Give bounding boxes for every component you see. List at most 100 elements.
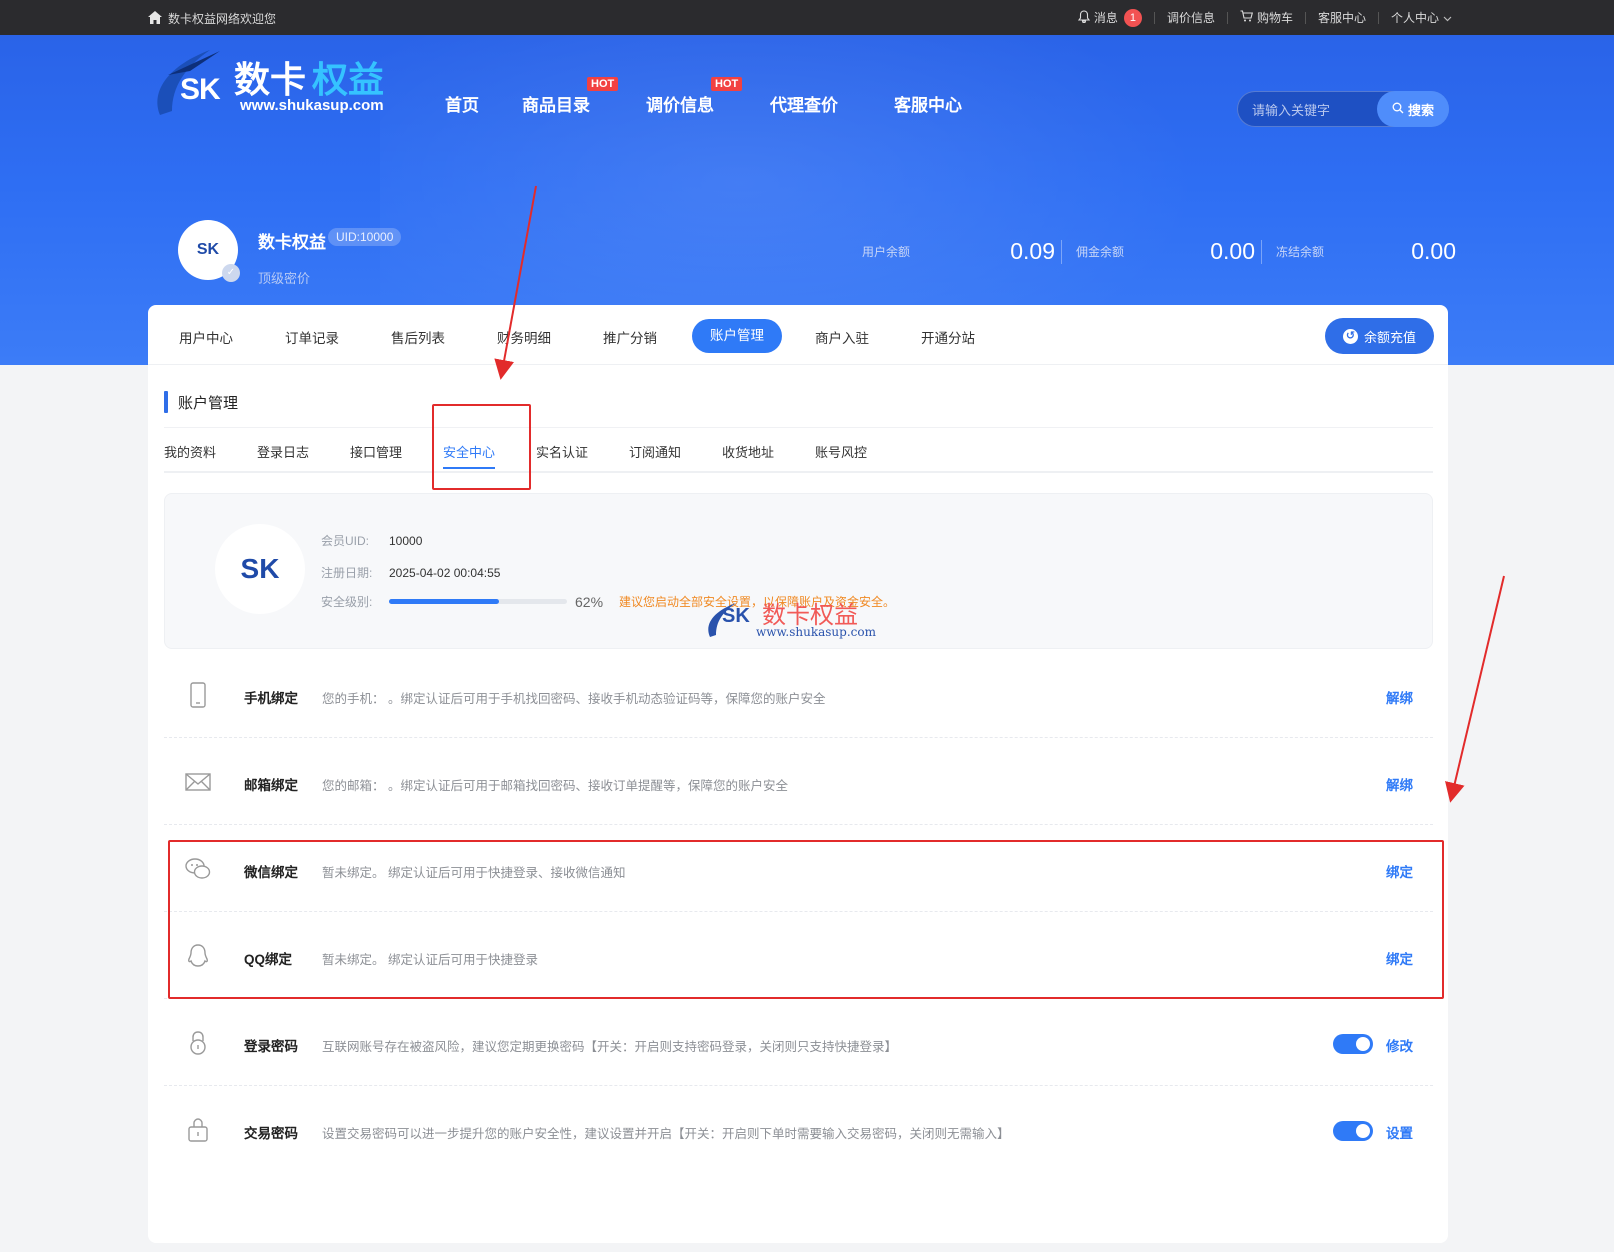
tab-user-center[interactable]: 用户中心 [179,322,233,356]
home-icon[interactable] [148,10,162,27]
watermark: SK 数卡权益 www.shukasup.com [704,595,904,641]
nav-label: 客服中心 [894,96,962,115]
title-accent-bar [164,391,168,413]
cart-link[interactable]: 购物车 [1240,9,1293,26]
logo-sk: SK [180,73,221,106]
search-input[interactable] [1252,100,1372,120]
security-level-label: 安全级别: [321,595,373,609]
balance-user: 用户余额 0.09 [862,238,1062,265]
reg-date-value: 2025-04-02 00:04:55 [389,565,501,580]
subtab-api[interactable]: 接口管理 [350,442,402,461]
login-password-toggle[interactable] [1333,1034,1373,1054]
divider [1377,11,1379,24]
price-info-link[interactable]: 调价信息 [1167,9,1215,26]
row-login-password: 登录密码 互联网账号存在被盗风险，建议您定期更换密码【开关：开启则支持密码登录，… [164,999,1433,1086]
balance-value: 0.09 [1010,238,1055,264]
welcome: 数卡权益网络欢迎您 [148,10,276,27]
row-title: 登录密码 [244,1039,298,1054]
tab-account-management[interactable]: 账户管理 [692,319,782,353]
set-trade-password-link[interactable]: 设置 [1386,1122,1413,1142]
logo-brand-part2: 权益 [312,59,385,100]
row-title: 邮箱绑定 [244,778,298,793]
personal-label: 个人中心 [1390,11,1439,25]
balance-label: 冻结余额 [1276,245,1325,259]
nav-agent-price[interactable]: 代理查价 [770,65,894,116]
avatar-text: SK [196,241,220,258]
row-desc: 设置交易密码可以进一步提升您的账户安全性，建议设置并开启【开关：开启则下单时需要… [322,1127,1010,1141]
welcome-text: 数卡权益网络欢迎您 [168,12,277,26]
divider [1153,11,1155,24]
search-button[interactable]: 搜索 [1377,91,1449,127]
subtab-profile[interactable]: 我的资料 [164,442,216,461]
uid-row: 会员UID: 10000 [321,532,422,549]
lock-icon [184,1029,212,1057]
trade-password-toggle[interactable] [1333,1121,1373,1141]
section-title-text: 账户管理 [178,394,239,412]
balance-label: 用户余额 [862,245,911,259]
recharge-button[interactable]: ↺ 余额充值 [1324,318,1434,354]
tab-after-sales[interactable]: 售后列表 [391,322,445,356]
row-title: 手机绑定 [244,691,298,706]
balance-frozen: 冻结余额 0.00 [1262,238,1462,265]
tab-merchant[interactable]: 商户入驻 [815,322,869,356]
nav-label: 调价信息 [646,96,714,115]
row-desc: 互联网账号存在被盗风险，建议您定期更换密码【开关：开启则支持密码登录，关闭则只支… [322,1040,898,1054]
search-box: 搜索 [1237,91,1449,127]
main-tabs: 用户中心 订单记录 售后列表 财务明细 推广分销 账户管理 商户入驻 开通分站 … [148,305,1448,365]
subtab-verification[interactable]: 实名认证 [536,442,588,461]
security-progress-fill [389,599,500,604]
subtab-login-log[interactable]: 登录日志 [257,442,309,461]
padlock-icon [184,1116,212,1144]
recharge-label: 余额充值 [1363,329,1416,345]
unbind-phone-link[interactable]: 解绑 [1386,687,1413,707]
messages-link[interactable]: 消息 1 [1077,8,1142,27]
sub-tabs: 我的资料 登录日志 接口管理 安全中心 实名认证 订阅通知 收货地址 账号风控 [164,427,1433,473]
phone-icon [184,681,212,709]
divider [1304,11,1306,24]
divider [1226,11,1228,24]
annotation-box-social-binding [168,840,1444,999]
modify-password-link[interactable]: 修改 [1386,1035,1413,1055]
messages-label: 消息 [1093,11,1118,25]
member-avatar: SK [215,524,305,614]
security-progress-bar [389,599,567,604]
subtab-subscriptions[interactable]: 订阅通知 [629,442,681,461]
watermark-url: www.shukasup.com [756,625,876,639]
balances: 用户余额 0.09 佣金余额 0.00 冻结余额 0.00 [862,238,1462,265]
nav-label: 首页 [445,96,479,115]
user-name: 数卡权益 [258,233,326,252]
tab-finance[interactable]: 财务明细 [497,322,551,356]
nav-service[interactable]: 客服中心 [894,65,1018,116]
row-desc: 您的手机： 。绑定认证后可用于手机找回密码、接收手机动态验证码等，保障您的账户安… [322,692,826,706]
tab-substation[interactable]: 开通分站 [921,322,975,356]
row-desc: 您的邮箱： 。绑定认证后可用于邮箱找回密码、接收订单提醒等，保障您的账户安全 [322,779,788,793]
nav-label: 代理查价 [770,96,838,115]
hot-badge: HOT [587,77,619,91]
reg-date-label: 注册日期: [321,566,373,580]
nav-price-info[interactable]: HOT 调价信息 [646,65,770,116]
mail-icon [184,768,212,796]
bell-icon [1077,9,1091,26]
balance-value: 0.00 [1411,238,1456,264]
user-level: 顶级密价 [258,271,311,286]
arrow-to-binding-rows [1445,575,1505,803]
shield-icon: ✓ [222,264,240,282]
row-trade-password: 交易密码 设置交易密码可以进一步提升您的账户安全性，建议设置并开启【开关：开启则… [164,1086,1433,1173]
subtab-risk-control[interactable]: 账号风控 [815,442,867,461]
tab-orders[interactable]: 订单记录 [285,322,339,356]
row-phone-binding: 手机绑定 您的手机： 。绑定认证后可用于手机找回密码、接收手机动态验证码等，保障… [164,651,1433,738]
personal-center-menu[interactable]: 个人中心 [1391,9,1452,26]
watermark-sk: SK [722,605,750,627]
main-nav: 首页 HOT 商品目录 HOT 调价信息 代理查价 客服中心 [430,65,1018,116]
tab-promotion[interactable]: 推广分销 [603,322,657,356]
subtab-address[interactable]: 收货地址 [722,442,774,461]
security-level-percent: 62% [575,593,604,610]
unbind-email-link[interactable]: 解绑 [1386,774,1413,794]
nav-catalog[interactable]: HOT 商品目录 [522,65,646,116]
member-avatar-text: SK [240,553,280,584]
site-logo[interactable]: SK 数卡 权益 www.shukasup.com [150,45,390,117]
nav-home[interactable]: 首页 [430,65,522,116]
service-link[interactable]: 客服中心 [1318,9,1366,26]
uid-badge: UID:10000 [328,228,402,246]
avatar[interactable]: SK ✓ [178,220,240,282]
